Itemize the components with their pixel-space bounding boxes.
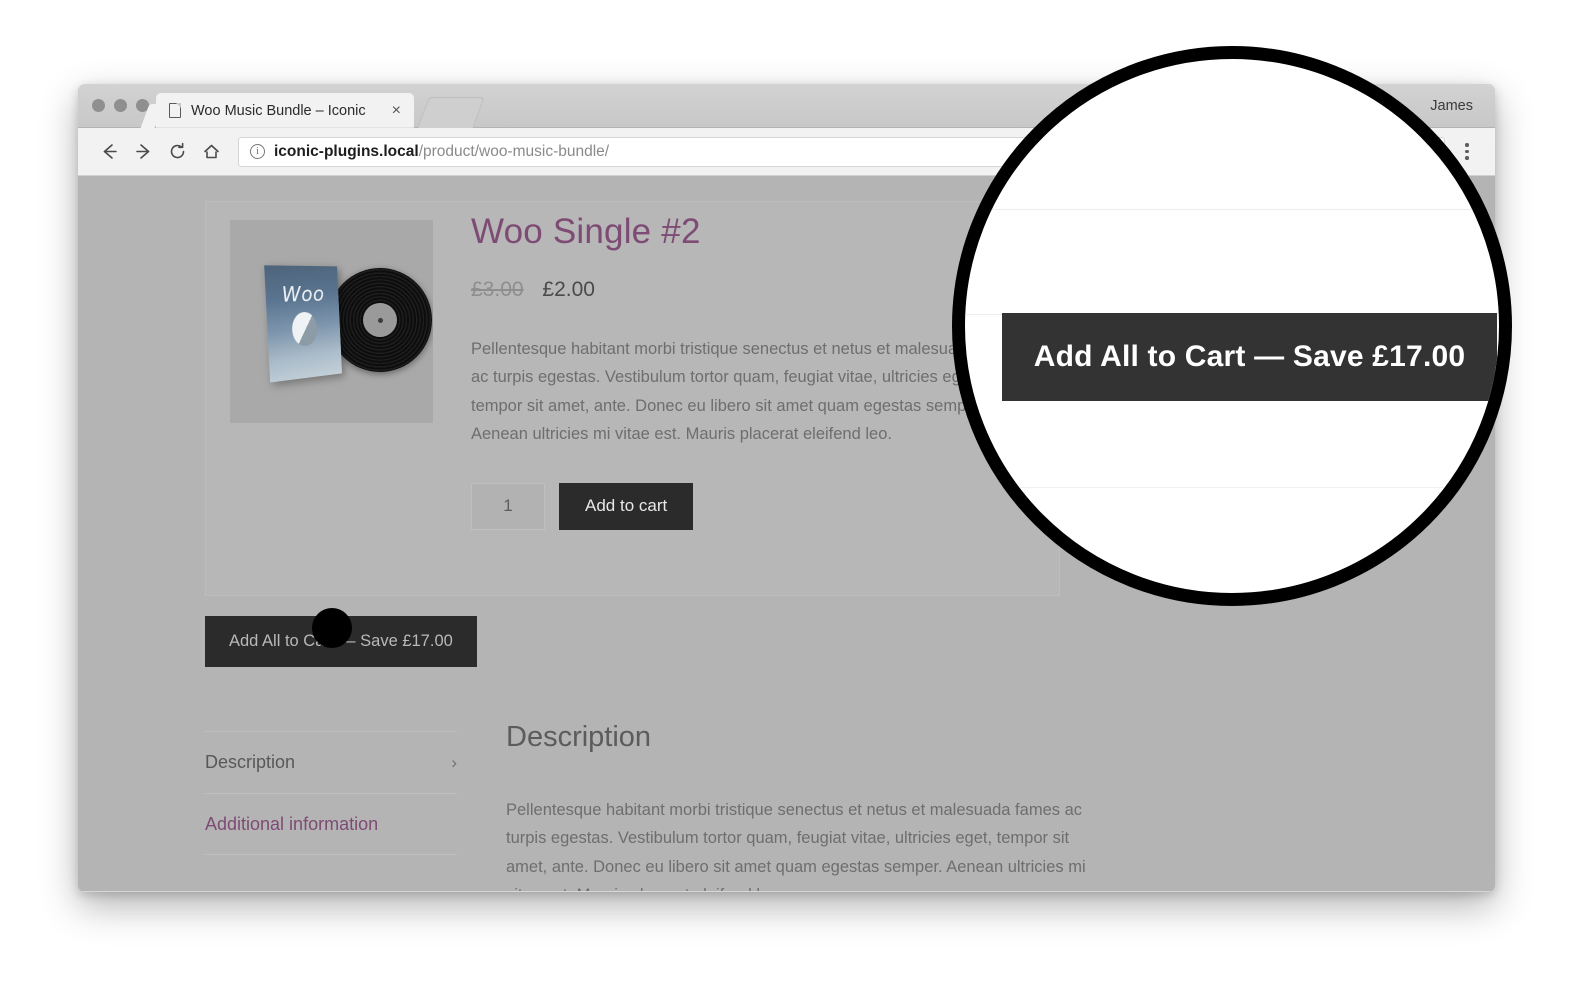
vinyl-sleeve: Woo xyxy=(264,265,343,383)
tab-additional-information[interactable]: Additional information xyxy=(205,793,457,855)
sleeve-word: Woo xyxy=(281,281,325,307)
home-icon[interactable] xyxy=(194,135,228,169)
vinyl-disc-icon xyxy=(328,268,432,372)
tab-description-label: Description xyxy=(205,752,296,772)
minimize-window-button[interactable] xyxy=(114,99,127,112)
vinyl-artwork: Woo xyxy=(230,220,433,423)
add-to-cart-button[interactable]: Add to cart xyxy=(559,482,694,530)
description-body: Pellentesque habitant morbi tristique se… xyxy=(506,801,1086,891)
product-details: Woo Single #2 £3.00 £2.00 Pellentesque h… xyxy=(471,212,1031,530)
product-summary-card: Woo Woo Single #2 £3.00 £2.00 Pellentesq… xyxy=(205,201,1060,596)
tab-title: Woo Music Bundle – Iconic xyxy=(191,102,366,119)
tab-additional-information-label: Additional information xyxy=(205,813,379,834)
page-favicon-icon xyxy=(169,103,181,118)
product-tabs-list: Description › Additional information xyxy=(205,731,457,855)
product-title: Woo Single #2 xyxy=(471,212,701,251)
magnifier-callout: Add All to Cart — Save £17.00 ion xyxy=(952,46,1512,606)
price-original: £3.00 xyxy=(471,278,524,301)
window-traffic-lights[interactable] xyxy=(92,99,149,112)
description-panel: Description Pellentesque habitant morbi … xyxy=(506,721,1106,891)
description-heading: Description xyxy=(506,721,652,753)
magnified-divider xyxy=(965,487,1499,488)
new-tab-button[interactable] xyxy=(417,97,485,128)
product-image[interactable]: Woo xyxy=(230,220,433,423)
quantity-input[interactable] xyxy=(471,482,545,530)
chevron-right-icon: › xyxy=(451,752,457,772)
product-short-description: Pellentesque habitant morbi tristique se… xyxy=(471,340,1025,444)
price-row: £3.00 £2.00 xyxy=(471,278,1031,302)
callout-anchor-dot xyxy=(312,608,352,648)
tab-description[interactable]: Description › xyxy=(205,731,457,793)
magnified-tab-outline xyxy=(965,525,1045,585)
sleeve-cutout xyxy=(291,311,318,348)
price-sale: £2.00 xyxy=(542,278,595,301)
magnified-partial-text: ion xyxy=(1043,553,1088,590)
magnifier-content: Add All to Cart — Save £17.00 ion xyxy=(965,59,1499,593)
browser-tab-active[interactable]: Woo Music Bundle – Iconic × xyxy=(156,93,414,128)
close-tab-icon[interactable]: × xyxy=(389,102,404,119)
forward-icon[interactable] xyxy=(126,135,160,169)
url-path: /product/woo-music-bundle/ xyxy=(418,142,610,160)
magnified-add-all-to-cart-button[interactable]: Add All to Cart — Save £17.00 xyxy=(1002,313,1497,401)
add-to-cart-form: Add to cart xyxy=(471,482,1031,530)
close-window-button[interactable] xyxy=(92,99,105,112)
back-icon[interactable] xyxy=(92,135,126,169)
info-circle-icon[interactable]: i xyxy=(250,144,265,159)
reload-icon[interactable] xyxy=(160,135,194,169)
magnified-form-outline xyxy=(965,209,1499,315)
url-domain: iconic-plugins.local xyxy=(274,142,419,160)
